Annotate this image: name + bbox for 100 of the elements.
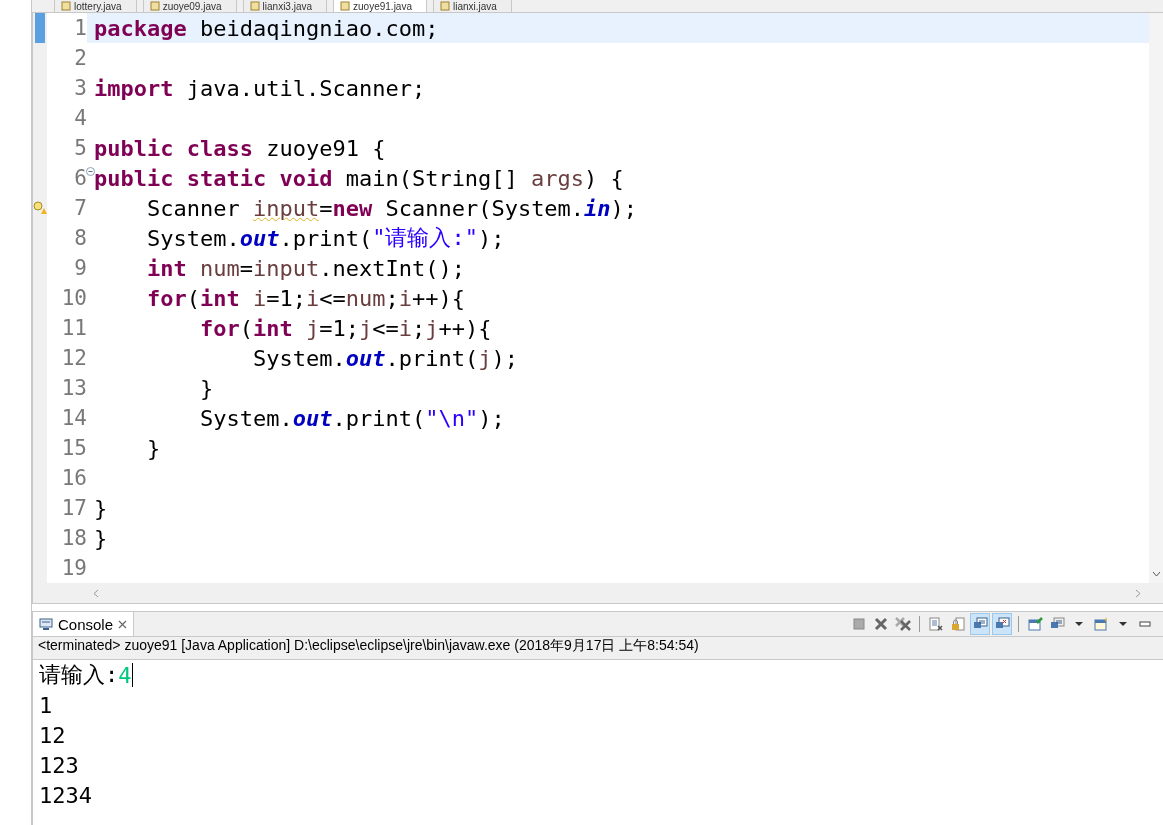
java-file-icon — [61, 1, 71, 11]
line-number: 13 — [61, 376, 87, 400]
output-text: 1 — [39, 692, 53, 718]
keyword: int — [252, 315, 293, 341]
tab-label: lottery.java — [74, 0, 122, 12]
line-number: 6 — [74, 166, 87, 190]
line-number: 19 — [61, 556, 87, 580]
code-text: } — [94, 525, 108, 551]
output-text: 12 — [39, 722, 66, 748]
output-text: 1234 — [39, 782, 92, 808]
code-text: ); — [478, 405, 505, 431]
variable-name: i — [398, 285, 412, 311]
code-text: .print( — [279, 225, 373, 251]
variable-name: num — [198, 255, 240, 281]
stderr-icon[interactable] — [992, 613, 1012, 635]
code-text: .nextInt(); — [319, 255, 465, 281]
horizontal-scrollbar[interactable] — [32, 583, 1163, 604]
code-text: <= — [319, 285, 346, 311]
line-number: 10 — [61, 286, 87, 310]
monitor-icon — [39, 617, 53, 631]
line-number: 18 — [61, 526, 87, 550]
tab-label: lianxi3.java — [262, 0, 313, 12]
console-tab[interactable]: Console — [33, 612, 135, 636]
code-text: ++){ — [411, 285, 465, 311]
keyword: int — [145, 255, 187, 281]
keyword: public static void — [94, 165, 333, 191]
keyword: import — [94, 75, 174, 101]
code-text: System. — [145, 225, 240, 251]
editor-tab[interactable]: lottery.java — [54, 0, 137, 12]
keyword: for — [198, 315, 240, 341]
java-file-icon — [249, 1, 260, 11]
code-text: ) { — [584, 165, 624, 191]
code-text: Scanner(System. — [384, 195, 585, 221]
field-name: out — [345, 345, 386, 371]
code-text: .print( — [385, 345, 479, 371]
variable-name: i — [305, 285, 320, 311]
code-text: ++){ — [438, 315, 492, 341]
line-number: 9 — [74, 256, 87, 280]
tab-label: lianxi.java — [453, 0, 497, 12]
editor-tab[interactable]: lianxi3.java — [242, 0, 328, 12]
variable-name: i — [251, 285, 267, 311]
keyword: for — [145, 285, 187, 311]
code-text: =1; — [319, 315, 359, 341]
scroll-right-icon[interactable] — [1135, 588, 1141, 598]
code-editor[interactable] — [33, 13, 1149, 583]
stdout-icon[interactable] — [970, 613, 990, 635]
code-text: main(String[] — [344, 165, 519, 191]
line-number: 3 — [74, 76, 87, 100]
line-number: 11 — [61, 316, 87, 340]
code-text: <= — [372, 315, 399, 341]
collapse-icon[interactable] — [86, 167, 95, 176]
code-text: beidaqingniao.com; — [198, 15, 439, 41]
code-text: ( — [239, 315, 253, 341]
code-text: Scanner — [145, 195, 241, 221]
line-number: 16 — [61, 466, 87, 490]
code-text: = — [319, 195, 333, 221]
code-text: java.util.Scanner; — [185, 75, 426, 101]
line-number: 4 — [74, 106, 87, 130]
field-name: in — [584, 195, 611, 221]
close-icon[interactable] — [118, 619, 128, 629]
code-text: ); — [477, 225, 505, 251]
editor-tab[interactable]: zuoye09.java — [142, 0, 237, 12]
code-text: =1; — [266, 285, 306, 311]
line-number: 1 — [74, 16, 87, 40]
field-name: out — [292, 405, 333, 431]
code-text: } — [198, 375, 214, 401]
code-text: = — [239, 255, 253, 281]
variable-name: j — [358, 315, 373, 341]
java-file-icon — [340, 1, 351, 11]
line-number: 15 — [61, 436, 87, 460]
variable-name: args — [531, 165, 585, 191]
keyword: public class — [94, 135, 253, 161]
scroll-down-icon[interactable] — [1151, 571, 1161, 577]
variable-name: num — [345, 285, 386, 311]
string-literal: "\n" — [425, 405, 479, 431]
vertical-scrollbar[interactable] — [1149, 13, 1163, 583]
editor-tab[interactable]: lianxi.java — [433, 0, 512, 12]
typed-input-text: 4 — [118, 662, 132, 688]
line-number: 8 — [74, 226, 87, 250]
variable-name: j — [425, 315, 439, 341]
keyword: package — [94, 15, 187, 41]
code-text: ; — [411, 315, 426, 341]
line-number: 14 — [61, 406, 87, 430]
text-cursor — [131, 663, 133, 687]
variable-name: j — [478, 345, 492, 371]
line-number: 7 — [74, 196, 87, 220]
code-text: System. — [198, 405, 293, 431]
code-text: zuoye91 { — [265, 135, 386, 161]
line-number: 2 — [74, 46, 87, 70]
line-number: 12 — [61, 346, 87, 370]
variable-name: j — [304, 315, 320, 341]
scroll-left-icon[interactable] — [93, 588, 99, 598]
line-number: 5 — [74, 136, 87, 160]
line-number: 17 — [61, 496, 87, 520]
code-text: } — [94, 495, 108, 521]
code-text: ; — [385, 285, 399, 311]
output-text: 123 — [39, 752, 79, 778]
code-text: ( — [186, 285, 200, 311]
editor-tab[interactable]: zuoye91.java — [333, 0, 427, 12]
code-text: System. — [251, 345, 346, 371]
